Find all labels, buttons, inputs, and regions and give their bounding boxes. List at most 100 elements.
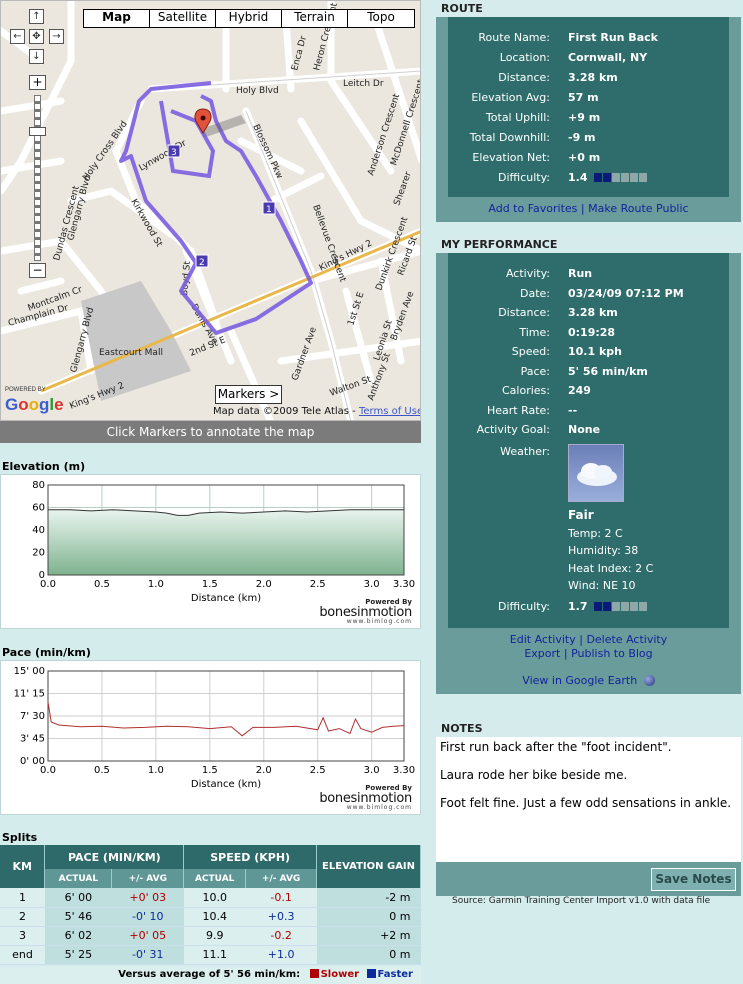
x-tick-label: 1.5 (202, 579, 218, 590)
pan-center-icon[interactable]: ✥ (29, 29, 44, 44)
street-label: Holy Blvd (236, 86, 279, 96)
split-speed: 10.4 (183, 907, 246, 927)
splits-header-pace: PACE (MIN/KM) (44, 845, 185, 869)
map-type-terrain[interactable]: Terrain (282, 10, 348, 27)
difficulty-meter-block (629, 173, 638, 182)
y-tick-label: 0' 00 (20, 756, 45, 767)
route-field-label: Route Name: (478, 31, 550, 44)
x-tick-label: 3.30 (393, 579, 415, 590)
performance-field-label: Heart Rate: (486, 403, 550, 417)
pan-left-icon[interactable]: ← (10, 29, 25, 44)
export-link[interactable]: Export (524, 647, 560, 660)
map-type-hybrid[interactable]: Hybrid (216, 10, 282, 27)
zoom-out-icon[interactable]: − (29, 263, 46, 278)
x-tick-label: 1.0 (148, 765, 164, 776)
x-axis-label: Distance (km) (191, 779, 261, 790)
pan-down-icon[interactable]: ↓ (29, 49, 44, 64)
x-axis-label: Distance (km) (191, 593, 261, 604)
performance-field-value: 10.1 kph (568, 345, 622, 358)
weather-details: Fair Temp: 2 C Humidity: 38 Heat Index: 2 C… (568, 507, 653, 595)
map-type-map[interactable]: Map (84, 10, 150, 27)
delete-activity-link[interactable]: Delete Activity (586, 633, 667, 646)
zoom-slider-thumb[interactable] (29, 127, 46, 136)
x-tick-label: 3.0 (364, 579, 380, 590)
performance-field-value: 03/24/09 07:12 PM (568, 286, 684, 300)
street-label: Enca Dr (290, 35, 309, 72)
difficulty-meter-block (593, 173, 602, 182)
performance-field-label: Speed: (511, 345, 550, 358)
activity-links-2: Export | Publish to Blog (524, 647, 653, 660)
map-copyright: Map data ©2009 Tele Atlas - Terms of Use (213, 406, 420, 417)
difficulty-meter-block (638, 602, 647, 611)
split-km: 2 (0, 907, 45, 927)
splits-header-km: KM (0, 845, 46, 888)
route-field-label: Elevation Net: (472, 151, 550, 164)
split-pace: 5' 46 (44, 907, 112, 927)
difficulty-meter-block (638, 173, 647, 182)
x-tick-label: 2.5 (310, 765, 326, 776)
bonesinmotion-logo: Powered By bonesinmotion www.bimlog.com (319, 598, 412, 625)
route-field-value: Cornwall, NY (568, 51, 648, 64)
weather-heat-index: Heat Index: 2 C (568, 561, 654, 575)
map-type-satellite[interactable]: Satellite (150, 10, 216, 27)
splits-header-elevation: ELEVATION GAIN (316, 845, 421, 888)
splits-subheader-avg: +/- AVG (111, 869, 185, 888)
route-difficulty-number: 1.4 (568, 171, 588, 184)
pan-up-icon[interactable]: ↑ (29, 9, 44, 24)
y-tick-label: 15' 00 (14, 666, 45, 677)
view-in-google-earth-link[interactable]: View in Google Earth (522, 674, 637, 687)
performance-field-label: Distance: (498, 306, 550, 319)
y-tick-label: 40 (32, 525, 45, 536)
y-tick-label: 20 (32, 548, 45, 559)
performance-field: Date: 03/24/09 07:12 PM (448, 284, 729, 304)
street-label: King's Hwy 2 (68, 381, 125, 412)
route-field: Distance: 3.28 km (448, 68, 729, 88)
route-map[interactable]: Leitch Dr Holy Blvd Enca Dr Heron Cresce… (0, 0, 421, 421)
publish-to-blog-link[interactable]: Publish to Blog (571, 647, 653, 660)
map-type-selector: Map Satellite Hybrid Terrain Topo (83, 9, 415, 28)
difficulty-meter-block (602, 173, 611, 182)
pan-right-icon[interactable]: → (49, 29, 64, 44)
difficulty-meter-block (611, 173, 620, 182)
performance-field-value: 5' 56 min/km (568, 364, 648, 378)
splits-title: Splits (2, 831, 38, 844)
route-difficulty: Difficulty: 1.4 (448, 168, 729, 188)
save-notes-button[interactable]: Save Notes (651, 868, 736, 891)
weather-humidity: Humidity: 38 (568, 544, 639, 557)
split-elevation: 0 m (316, 907, 421, 927)
terms-of-use-link[interactable]: Terms of Use (359, 406, 420, 417)
markers-button[interactable]: Markers > (215, 385, 282, 404)
route-field: Total Downhill: -9 m (448, 128, 729, 148)
notes-textarea[interactable]: First run back after the "foot incident"… (436, 737, 741, 862)
performance-field-label: Calories: (502, 384, 550, 397)
performance-difficulty-label: Difficulty: (498, 600, 550, 613)
performance-difficulty-number: 1.7 (568, 600, 588, 613)
route-panel: ROUTE Route Name: First Run Back Location:… (436, 0, 741, 222)
route-heading: ROUTE (436, 0, 741, 17)
zoom-in-icon[interactable]: + (29, 75, 46, 90)
splits-row: 1 6' 00 +0' 03 10.0 -0.1 -2 m (0, 888, 421, 908)
x-tick-label: 3.0 (364, 765, 380, 776)
performance-field: Pace: 5' 56 min/km (448, 362, 729, 382)
data-source: Source: Garmin Training Center Import v1… (452, 896, 711, 906)
zoom-slider[interactable] (34, 95, 41, 261)
split-speed-avg: -0.2 (245, 926, 317, 946)
route-field-value: 3.28 km (568, 71, 618, 84)
split-speed: 10.0 (183, 888, 246, 908)
split-pace: 6' 02 (44, 926, 112, 946)
chart-grid (47, 670, 405, 762)
route-field-value: 57 m (568, 91, 599, 104)
difficulty-meter-block (620, 602, 629, 611)
performance-field: Heart Rate: -- (448, 401, 729, 421)
difficulty-meter-block (602, 602, 611, 611)
map-type-topo[interactable]: Topo (348, 10, 414, 27)
globe-icon[interactable] (643, 675, 655, 686)
edit-activity-link[interactable]: Edit Activity (510, 633, 576, 646)
add-to-favorites-link[interactable]: Add to Favorites (488, 202, 577, 215)
performance-info: Activity: Run Date: 03/24/09 07:12 PM Distan… (448, 253, 729, 628)
make-route-public-link[interactable]: Make Route Public (588, 202, 688, 215)
performance-field-label: Activity: (505, 267, 550, 280)
route-field-label: Total Uphill: (485, 111, 550, 124)
y-tick-label: 80 (32, 480, 45, 491)
x-tick-label: 0.5 (94, 765, 110, 776)
